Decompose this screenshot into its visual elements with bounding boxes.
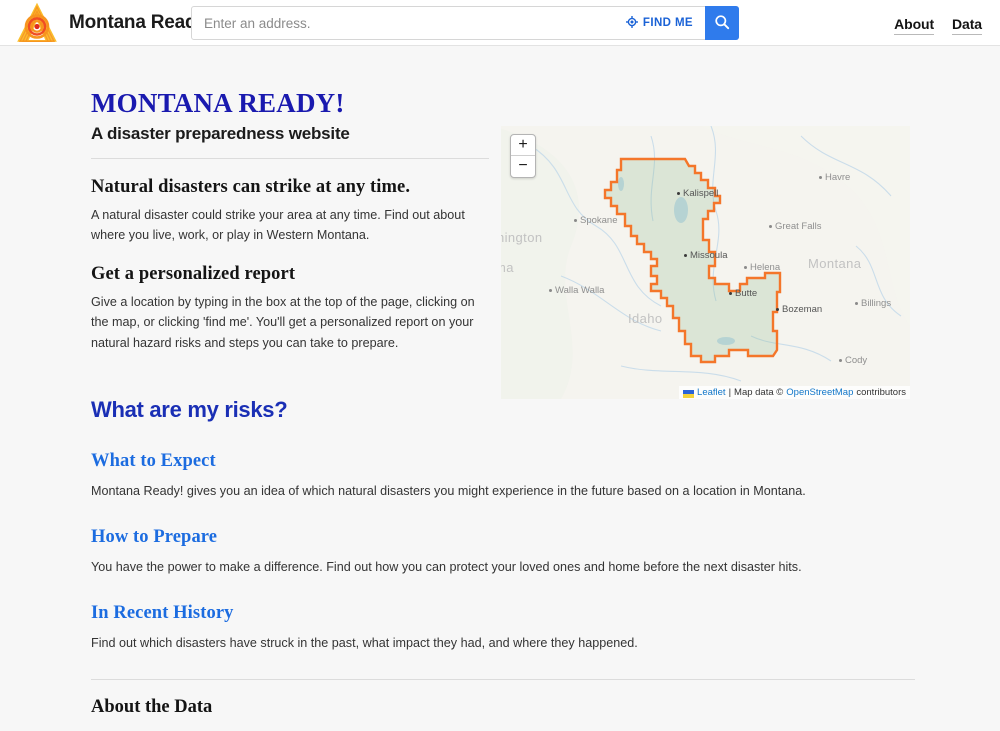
about-data-heading: About the Data (91, 697, 213, 718)
map-city-label: Kalispell (677, 188, 718, 199)
map-city-label: Bozeman (776, 304, 822, 315)
page-subtitle: A disaster preparedness website (91, 124, 350, 143)
risk-item-what-to-expect: What to Expect Montana Ready! gives you … (91, 451, 915, 501)
leaflet-flag-icon (683, 389, 695, 398)
risk-body-what-to-expect: Montana Ready! gives you an idea of whic… (91, 483, 806, 498)
map-city-label: Spokane (574, 215, 618, 226)
map-city-dot-icon (574, 219, 577, 222)
map-city-label: Great Falls (769, 221, 821, 232)
openstreetmap-link[interactable]: OpenStreetMap (786, 387, 853, 398)
about-the-data-section: About the Data This site uses the most u… (91, 679, 915, 731)
hero-section-heading-1: Natural disasters can strike at any time… (91, 177, 411, 197)
hero-section-heading-2: Get a personalized report (91, 263, 296, 284)
map-city-label: Havre (819, 172, 850, 183)
page-title: MONTANA READY! (91, 88, 345, 118)
address-search-bar: FIND ME (191, 6, 739, 40)
zoom-in-button[interactable]: + (511, 135, 535, 156)
bullseye-triangle-logo-icon (14, 1, 60, 45)
about-data-divider (91, 679, 915, 681)
find-me-button[interactable]: FIND ME (620, 7, 705, 39)
map-zoom-control: + − (510, 134, 536, 178)
attribution-separator: | (728, 387, 732, 398)
risk-link-in-recent-history[interactable]: In Recent History (91, 603, 915, 624)
map-city-label: Billings (855, 298, 891, 309)
search-button[interactable] (705, 6, 739, 40)
risk-item-in-recent-history: In Recent History Find out which disaste… (91, 603, 915, 653)
map-city-dot-icon (684, 254, 687, 257)
map-city-dot-icon (677, 192, 680, 195)
search-input[interactable] (192, 7, 620, 39)
risk-item-how-to-prepare: How to Prepare You have the power to mak… (91, 527, 915, 577)
hero-divider (91, 158, 489, 159)
map-city-label: Walla Walla (549, 285, 604, 296)
brand[interactable]: Montana Ready! (14, 0, 213, 46)
primary-nav: About Data (894, 16, 982, 35)
map-city-label: Missoula (684, 250, 728, 261)
risks-title: What are my risks? (91, 396, 288, 422)
page-body: + − Kalispell Spokane Havre Great Falls Miss… (0, 46, 1000, 731)
search-icon (714, 14, 730, 33)
map-city-label: Butte (729, 288, 757, 299)
about-data-paragraph: This site uses the most up-to-date hazar… (91, 727, 915, 731)
zoom-out-button[interactable]: − (511, 156, 535, 177)
hero-section-body-2: Give a location by typing in the box at … (91, 294, 475, 350)
map-attribution: Leaflet | Map data © OpenStreetMap contr… (679, 386, 910, 399)
map-city-dot-icon (549, 289, 552, 292)
crosshair-icon (625, 15, 638, 31)
map-city-dot-icon (769, 225, 772, 228)
risk-body-how-to-prepare: You have the power to make a difference.… (91, 560, 802, 575)
nav-link-data[interactable]: Data (952, 16, 982, 35)
map-city-dot-icon (819, 176, 822, 179)
attribution-prefix: Map data © (734, 387, 784, 398)
map-city-dot-icon (839, 359, 842, 362)
attribution-suffix: contributors (856, 387, 906, 398)
map-city-label: Helena (744, 262, 780, 273)
risk-link-what-to-expect[interactable]: What to Expect (91, 451, 915, 472)
map-city-label: Cody (839, 355, 867, 366)
site-header: Montana Ready! FIND ME (0, 0, 1000, 46)
main-content: MONTANA READY! A disaster preparedness w… (91, 88, 915, 731)
map-city-dot-icon (744, 266, 747, 269)
map-city-dot-icon (855, 302, 858, 305)
map-region-label: Idaho (628, 311, 663, 326)
hero-text-column: MONTANA READY! A disaster preparedness w… (91, 88, 489, 353)
map-city-dot-icon (729, 292, 732, 295)
risk-link-how-to-prepare[interactable]: How to Prepare (91, 527, 915, 548)
risks-section: What are my risks? What to Expect Montan… (91, 397, 915, 653)
find-me-label: FIND ME (642, 17, 693, 29)
nav-link-about[interactable]: About (894, 16, 934, 35)
map-region-label: ma (501, 260, 514, 275)
hero-section-body-1: A natural disaster could strike your are… (91, 208, 465, 243)
risk-body-in-recent-history: Find out which disasters have struck in … (91, 636, 638, 651)
map-region-label: hington (501, 230, 543, 245)
map-region-label: Montana (808, 256, 862, 271)
map-city-dot-icon (776, 308, 779, 311)
leaflet-link[interactable]: Leaflet (697, 387, 726, 398)
